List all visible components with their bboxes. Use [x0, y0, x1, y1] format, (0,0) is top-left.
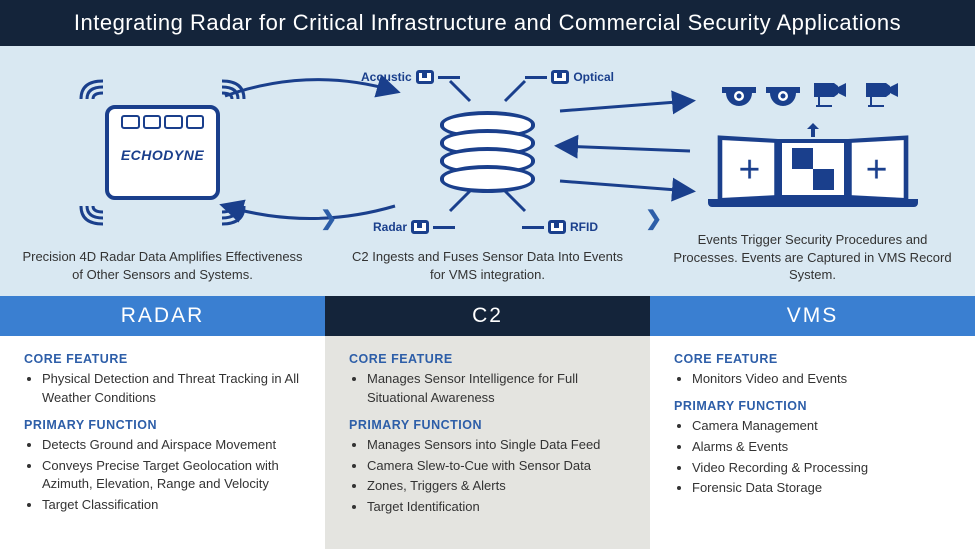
radar-device-icon: ECHODYNE [105, 105, 220, 200]
up-arrow-icon [803, 121, 823, 139]
monitor-array-icon: + + [720, 139, 906, 199]
core-feature-label: CORE FEATURE [674, 352, 951, 366]
radar-info-column: RADAR CORE FEATURE Physical Detection an… [0, 296, 325, 549]
c2-caption: C2 Ingests and Fuses Sensor Data Into Ev… [333, 248, 642, 296]
radar-core-list: Physical Detection and Threat Tracking i… [24, 370, 301, 408]
database-icon [440, 111, 535, 193]
core-feature-label: CORE FEATURE [24, 352, 301, 366]
dome-camera-icon [764, 81, 802, 113]
list-item: Video Recording & Processing [692, 459, 951, 478]
list-item: Target Identification [367, 498, 626, 517]
primary-function-label: PRIMARY FUNCTION [24, 418, 301, 432]
list-item: Manages Sensor Intelligence for Full Sit… [367, 370, 626, 408]
vms-info-header: VMS [650, 296, 975, 336]
chevron-icon: ❯ [320, 206, 337, 231]
dome-camera-icon [720, 81, 758, 113]
chevron-icon: ❯ [645, 206, 662, 231]
list-item: Forensic Data Storage [692, 479, 951, 498]
list-item: Zones, Triggers & Alerts [367, 477, 626, 496]
list-item: Physical Detection and Threat Tracking i… [42, 370, 301, 408]
radar-column: ECHODYNE Precision 4D Radar Data Amplifi… [0, 46, 325, 296]
vms-info-column: VMS CORE FEATURE Monitors Video and Even… [650, 296, 975, 549]
primary-function-label: PRIMARY FUNCTION [349, 418, 626, 432]
radar-info-header: RADAR [0, 296, 325, 336]
camera-row [720, 81, 906, 113]
vms-column: + + Events Trigger Security Procedures a… [650, 46, 975, 296]
sensor-acoustic: Acoustic [361, 70, 460, 84]
c2-core-list: Manages Sensor Intelligence for Full Sit… [349, 370, 626, 408]
sensor-radar: Radar [373, 220, 455, 234]
list-item: Alarms & Events [692, 438, 951, 457]
vms-core-list: Monitors Video and Events [674, 370, 951, 389]
primary-function-label: PRIMARY FUNCTION [674, 399, 951, 413]
sensor-optical: Optical [525, 70, 614, 84]
radar-brand-label: ECHODYNE [121, 147, 204, 163]
list-item: Target Classification [42, 496, 301, 515]
list-item: Conveys Precise Target Geolocation with … [42, 457, 301, 495]
list-item: Monitors Video and Events [692, 370, 951, 389]
c2-column: Acoustic Optical Radar RFID C2 Ingests a… [325, 46, 650, 296]
list-item: Camera Management [692, 417, 951, 436]
bottom-columns: RADAR CORE FEATURE Physical Detection an… [0, 296, 975, 549]
core-feature-label: CORE FEATURE [349, 352, 626, 366]
list-item: Detects Ground and Airspace Movement [42, 436, 301, 455]
radar-func-list: Detects Ground and Airspace Movement Conv… [24, 436, 301, 515]
sensor-rfid: RFID [522, 220, 598, 234]
c2-info-column: C2 CORE FEATURE Manages Sensor Intellige… [325, 296, 650, 549]
c2-info-header: C2 [325, 296, 650, 336]
vms-func-list: Camera Management Alarms & Events Video Re… [674, 417, 951, 498]
list-item: Camera Slew-to-Cue with Sensor Data [367, 457, 626, 476]
c2-func-list: Manages Sensors into Single Data Feed Cam… [349, 436, 626, 517]
diagram-area: ECHODYNE Precision 4D Radar Data Amplifi… [0, 46, 975, 296]
list-item: Manages Sensors into Single Data Feed [367, 436, 626, 455]
vms-caption: Events Trigger Security Procedures and P… [658, 231, 967, 296]
radar-caption: Precision 4D Radar Data Amplifies Effect… [8, 248, 317, 296]
box-camera-icon [860, 81, 906, 109]
page-title: Integrating Radar for Critical Infrastru… [0, 0, 975, 46]
box-camera-icon [808, 81, 854, 109]
